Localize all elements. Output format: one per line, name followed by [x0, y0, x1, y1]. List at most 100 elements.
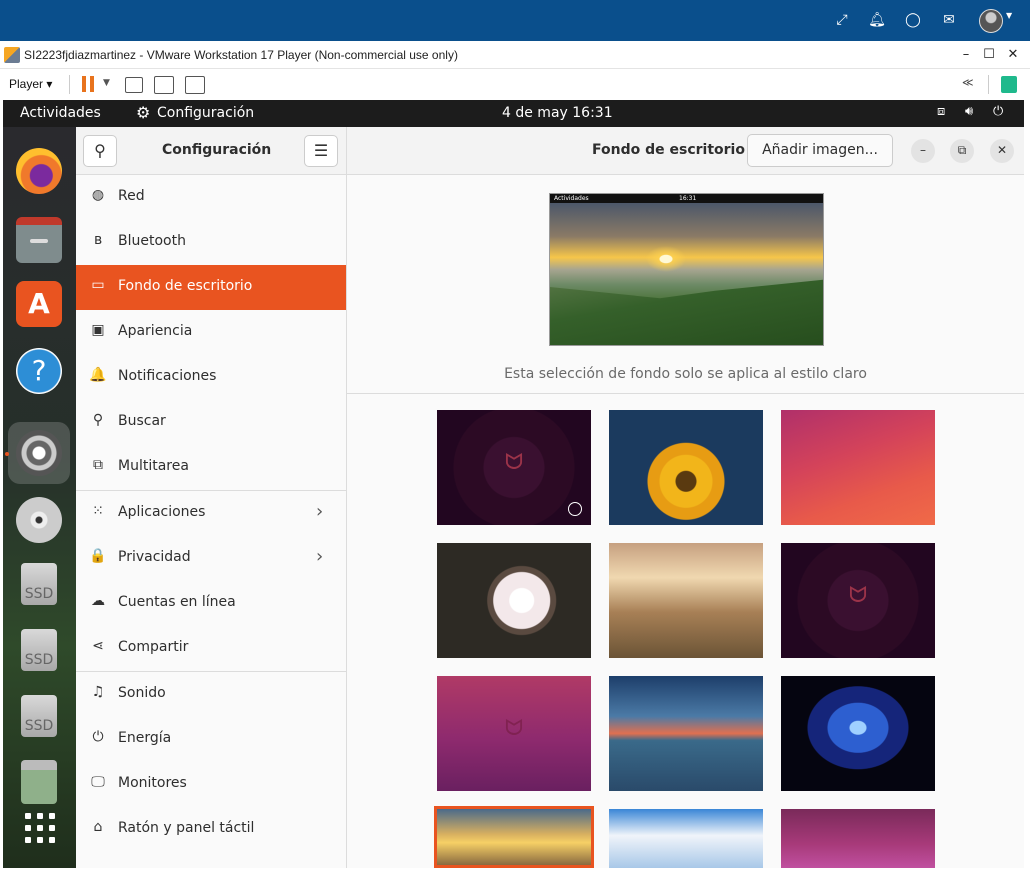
- wallpaper-thumbnail[interactable]: [609, 809, 763, 868]
- lock-icon: 🔒: [89, 548, 107, 564]
- music-icon: ♫: [91, 684, 105, 700]
- expand-icon[interactable]: ⤢: [832, 10, 852, 30]
- search-icon: ⚲: [92, 412, 104, 428]
- collapse-icon[interactable]: ≪: [962, 76, 974, 89]
- sidebar-item-compartir[interactable]: ⋖ Compartir: [76, 626, 346, 671]
- sidebar-item-buscar[interactable]: ⚲ Buscar: [76, 400, 346, 445]
- sidebar-item-red[interactable]: ◍ Red: [76, 175, 346, 220]
- gear-icon: ⚙: [136, 103, 151, 122]
- wallpaper-thumbnail[interactable]: ᗢ: [781, 543, 935, 658]
- help-icon[interactable]: ?: [16, 348, 62, 394]
- sidebar-item-apariencia[interactable]: ▣ Apariencia: [76, 310, 346, 355]
- share-icon: ⋖: [92, 638, 104, 654]
- unity-icon[interactable]: [185, 76, 205, 94]
- clock-icon: [568, 502, 582, 516]
- wallpaper-thumbnail[interactable]: ᗢ: [437, 410, 591, 525]
- sidebar-item-notificaciones[interactable]: 🔔 Notificaciones: [76, 355, 346, 400]
- search-button[interactable]: ⚲: [83, 135, 117, 167]
- preview-hills: [550, 279, 823, 345]
- close-button[interactable]: ✕: [1000, 45, 1026, 65]
- wallpaper-thumbnail[interactable]: [781, 809, 935, 868]
- main-header: Fondo de escritorio Añadir imagen... – ⧉…: [347, 127, 1024, 175]
- sidebar-item-fondo-de-escritorio[interactable]: ▭ Fondo de escritorio: [76, 265, 346, 310]
- power-icon: ⏻: [92, 729, 104, 745]
- sidebar-item-raton-y-panel-tactil[interactable]: ⌂ Ratón y panel táctil: [76, 807, 346, 852]
- close-button[interactable]: ✕: [990, 139, 1014, 163]
- mouse-icon: ⌂: [93, 819, 103, 835]
- activities-button[interactable]: Actividades: [20, 105, 101, 121]
- bell-icon[interactable]: 🔔︎: [867, 10, 887, 30]
- wallpaper-thumbnail[interactable]: [781, 676, 935, 791]
- jellyfish-logo-icon: ᗢ: [848, 583, 868, 608]
- bluetooth-icon: ʙ: [93, 232, 103, 248]
- firefox-icon[interactable]: [16, 148, 62, 194]
- bell-icon: 🔔: [89, 367, 107, 383]
- software-store-icon[interactable]: A: [16, 281, 62, 327]
- pause-dropdown-icon[interactable]: ▼: [103, 78, 110, 88]
- window-border: [1024, 100, 1030, 870]
- wallpaper-thumbnail[interactable]: [437, 543, 591, 658]
- preview-sun: [646, 246, 686, 272]
- sidebar-item-energia[interactable]: ⏻ Energía: [76, 717, 346, 762]
- minimize-button[interactable]: –: [911, 139, 935, 163]
- send-ctrl-alt-del-icon[interactable]: [125, 77, 143, 93]
- sidebar-item-label: Monitores: [118, 775, 187, 791]
- clock[interactable]: 4 de may 16:31: [502, 105, 613, 121]
- settings-sidebar: ◍ Red ʙ Bluetooth ▭ Fondo de escritorio …: [76, 175, 347, 868]
- wallpaper-thumbnail[interactable]: [609, 676, 763, 791]
- sidebar-item-label: Fondo de escritorio: [118, 278, 253, 294]
- notes-icon[interactable]: [1001, 76, 1017, 93]
- appearance-icon: ▣: [91, 322, 105, 338]
- wallpaper-thumbnail-selected[interactable]: [434, 806, 594, 868]
- mail-icon[interactable]: ✉: [939, 10, 959, 30]
- files-icon[interactable]: [16, 217, 62, 263]
- wallpaper-thumbnail[interactable]: ᗢ: [437, 676, 591, 791]
- add-image-button[interactable]: Añadir imagen...: [747, 134, 893, 167]
- ssd-drive-icon[interactable]: SSD: [21, 695, 57, 737]
- player-menu[interactable]: Player ▾: [9, 77, 52, 91]
- divider: [988, 75, 989, 94]
- chat-icon[interactable]: ◯: [903, 10, 923, 30]
- wallpaper-thumbnail[interactable]: [609, 410, 763, 525]
- preview-clock: 16:31: [679, 195, 697, 202]
- disc-icon[interactable]: [16, 497, 62, 543]
- divider: [69, 75, 70, 94]
- avatar[interactable]: [979, 9, 1003, 33]
- divider: [347, 393, 1024, 394]
- settings-icon: [16, 430, 62, 476]
- sidebar-item-label: Cuentas en línea: [118, 594, 236, 610]
- maximize-button[interactable]: ☐: [976, 45, 1002, 65]
- sidebar-item-multitarea[interactable]: ⧉ Multitarea: [76, 445, 346, 490]
- sidebar-item-aplicaciones[interactable]: ⁙ Aplicaciones ›: [76, 491, 346, 536]
- wallpaper-thumbnail[interactable]: [781, 410, 935, 525]
- menu-button[interactable]: ☰: [304, 135, 338, 167]
- style-note: Esta selección de fondo solo se aplica a…: [504, 366, 867, 382]
- sidebar-item-monitores[interactable]: 🖵 Monitores: [76, 762, 346, 807]
- volume-icon[interactable]: 🔊︎: [965, 104, 973, 119]
- ssd-drive-icon[interactable]: SSD: [21, 629, 57, 671]
- sidebar-item-privacidad[interactable]: 🔒 Privacidad ›: [76, 536, 346, 581]
- dock-item-settings[interactable]: [8, 422, 70, 484]
- sidebar-item-bluetooth[interactable]: ʙ Bluetooth: [76, 220, 346, 265]
- sidebar-item-sonido[interactable]: ♫ Sonido: [76, 672, 346, 717]
- dock: A ? SSD SSD SSD: [3, 127, 76, 868]
- vmware-logo-icon: [4, 47, 20, 63]
- wallpaper-icon: ▭: [91, 277, 105, 293]
- ssd-drive-icon[interactable]: SSD: [21, 563, 57, 605]
- apps-grid-icon: ⁙: [92, 503, 104, 519]
- fullscreen-icon[interactable]: [154, 76, 174, 94]
- maximize-button[interactable]: ⧉: [950, 139, 974, 163]
- trash-icon[interactable]: [21, 760, 57, 804]
- chevron-down-icon[interactable]: ▼: [1006, 11, 1012, 20]
- wallpaper-thumbnail[interactable]: [609, 543, 763, 658]
- sidebar-item-cuentas-en-linea[interactable]: ☁ Cuentas en línea: [76, 581, 346, 626]
- show-apps-icon[interactable]: [23, 811, 55, 843]
- jellyfish-logo-icon: ᗢ: [504, 716, 524, 741]
- wallpaper-preview: Actividades 16:31: [549, 193, 824, 346]
- pause-icon[interactable]: [81, 76, 95, 92]
- power-icon[interactable]: ⏻: [993, 104, 1003, 119]
- network-icon[interactable]: ⧈: [937, 104, 945, 119]
- app-menu[interactable]: Configuración: [157, 105, 254, 121]
- globe-icon: ◍: [91, 187, 105, 203]
- gnome-top-bar: Actividades ⚙ Configuración 4 de may 16:…: [3, 100, 1024, 127]
